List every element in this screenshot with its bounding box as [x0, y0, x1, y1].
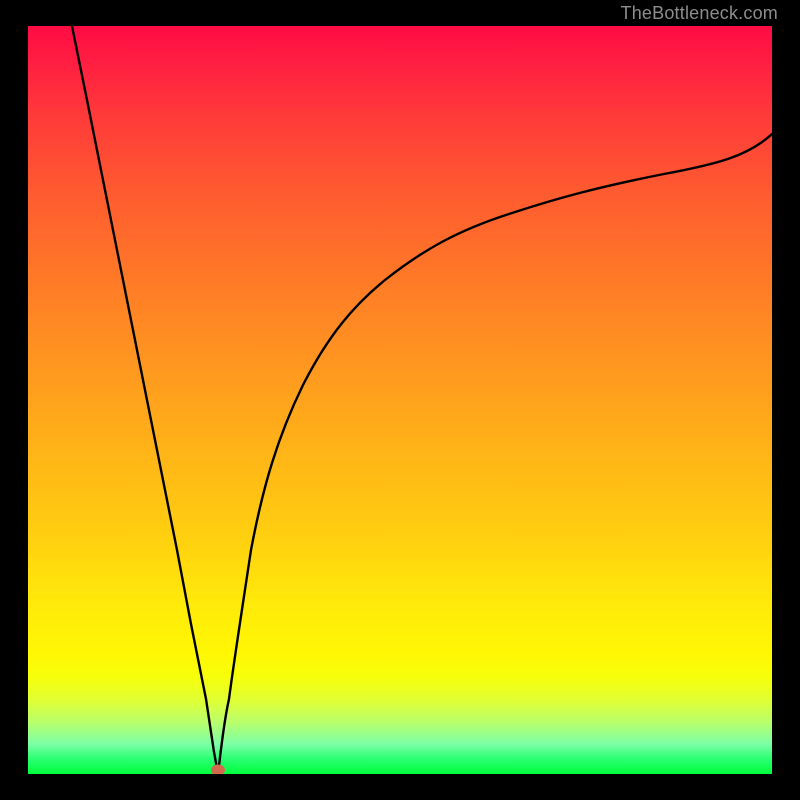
bottleneck-curve-right	[218, 134, 772, 774]
watermark-text: TheBottleneck.com	[621, 3, 778, 24]
plot-area	[28, 26, 772, 774]
chart-frame: TheBottleneck.com	[0, 0, 800, 800]
curve-layer	[28, 26, 772, 774]
optimal-point-marker	[211, 765, 225, 775]
bottleneck-curve-left	[72, 26, 218, 774]
